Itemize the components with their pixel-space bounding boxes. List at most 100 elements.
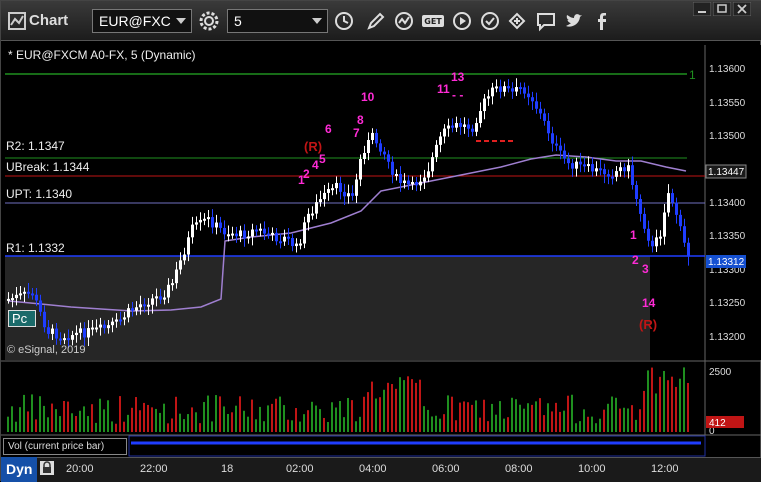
volume-bar [311, 401, 313, 432]
candle-body [567, 158, 570, 164]
candle-body [603, 169, 606, 175]
candle-body [75, 332, 78, 336]
candle-body [291, 237, 294, 247]
gear-icon[interactable] [198, 10, 220, 32]
volume-bar [655, 393, 657, 432]
volume-bar [671, 376, 673, 432]
volume-bar [211, 421, 213, 432]
volume-bar [15, 421, 17, 432]
candle-body [23, 291, 26, 294]
candle-body [367, 140, 370, 153]
candle-body [531, 97, 534, 102]
candle-body [675, 202, 678, 215]
candle-body [667, 193, 670, 213]
volume-bar [111, 421, 113, 432]
annotation-5: 5 [319, 152, 326, 166]
volume-bar [375, 398, 377, 432]
maximize-icon[interactable] [713, 2, 731, 16]
volume-bar [151, 407, 153, 432]
volume-bar [191, 407, 193, 432]
volume-bar [459, 402, 461, 432]
candle-body [63, 338, 66, 341]
volume-bar [263, 421, 265, 432]
time-tick: 08:00 [505, 463, 533, 475]
clock-icon[interactable] [333, 10, 355, 32]
minimize-icon[interactable] [693, 2, 711, 16]
volume-bar [79, 410, 81, 432]
interval-combo[interactable]: 5 [227, 9, 328, 33]
candle-body [571, 163, 574, 169]
volume-bar [267, 405, 269, 432]
close-icon[interactable] [733, 2, 751, 16]
candle-body [679, 214, 682, 227]
comment-icon[interactable] [535, 10, 557, 32]
volume-bar [291, 420, 293, 432]
svg-text:- -: - - [452, 88, 463, 102]
play-icon[interactable] [451, 10, 473, 32]
candle-body [239, 230, 242, 237]
price-chart[interactable]: 1 2 4 5 6 7 8 10 11 13 (R) (R) 1 2 3 14 … [1, 41, 761, 482]
candle-body [523, 87, 526, 94]
volume-bar [223, 406, 225, 432]
candle-body [283, 236, 286, 242]
candle-body [683, 226, 686, 243]
twitter-icon[interactable] [563, 10, 585, 32]
chevron-down-icon[interactable] [176, 18, 186, 24]
volume-bar [623, 407, 625, 432]
volume-bar [675, 386, 677, 432]
pencil-icon[interactable] [365, 10, 387, 32]
volume-bar [83, 406, 85, 432]
facebook-icon[interactable] [591, 10, 613, 32]
annotation-10: 10 [361, 90, 375, 104]
volume-bar [131, 407, 133, 432]
link-icon[interactable] [506, 10, 528, 32]
level-label-r1: R1: 1.1332 [6, 241, 65, 255]
candle-body [195, 222, 198, 225]
volume-bar [35, 419, 37, 432]
candle-body [527, 93, 530, 98]
price-tick: 1.13550 [709, 98, 746, 109]
lock-icon[interactable] [39, 460, 55, 476]
dynamic-mode-button[interactable]: Dyn [1, 457, 37, 482]
time-tick: 10:00 [578, 463, 606, 475]
volume-bar [659, 376, 661, 432]
volume-bar [239, 396, 241, 432]
candle-body [295, 243, 298, 247]
candle-body [187, 237, 190, 255]
candle-body [155, 296, 158, 299]
volume-bar [87, 416, 89, 432]
indicator-icon[interactable] [393, 10, 415, 32]
candle-body [435, 144, 438, 158]
volume-bar [195, 412, 197, 432]
chevron-down-icon[interactable] [312, 18, 322, 24]
volume-bar [523, 408, 525, 432]
candle-body [403, 180, 406, 184]
volume-bar [175, 396, 177, 432]
candle-body [115, 319, 118, 322]
check-icon[interactable] [479, 10, 501, 32]
candle-body [687, 242, 690, 257]
candle-body [619, 167, 622, 172]
dynamic-mode-label: Dyn [6, 461, 33, 477]
volume-bar [519, 404, 521, 432]
symbol-combo[interactable]: EUR@FXC [92, 9, 192, 33]
volume-bar [515, 399, 517, 432]
candle-body [359, 159, 362, 180]
volume-bar [299, 421, 301, 432]
candle-body [631, 165, 634, 186]
annotation-11: 11 [437, 82, 450, 96]
candle-body [35, 294, 38, 301]
volume-bar [183, 419, 185, 432]
time-tick: 12:00 [651, 463, 679, 475]
symbol-value: EUR@FXC [99, 13, 171, 29]
candle-body [207, 217, 210, 220]
candle-body [399, 174, 402, 184]
get-icon[interactable]: GET [420, 10, 446, 32]
volume-bar [255, 419, 257, 432]
candle-body [287, 236, 290, 239]
volume-bar [215, 395, 217, 432]
candle-body [431, 157, 434, 172]
volume-bar [535, 401, 537, 432]
volume-bar [331, 402, 333, 432]
candle-body [423, 177, 426, 182]
